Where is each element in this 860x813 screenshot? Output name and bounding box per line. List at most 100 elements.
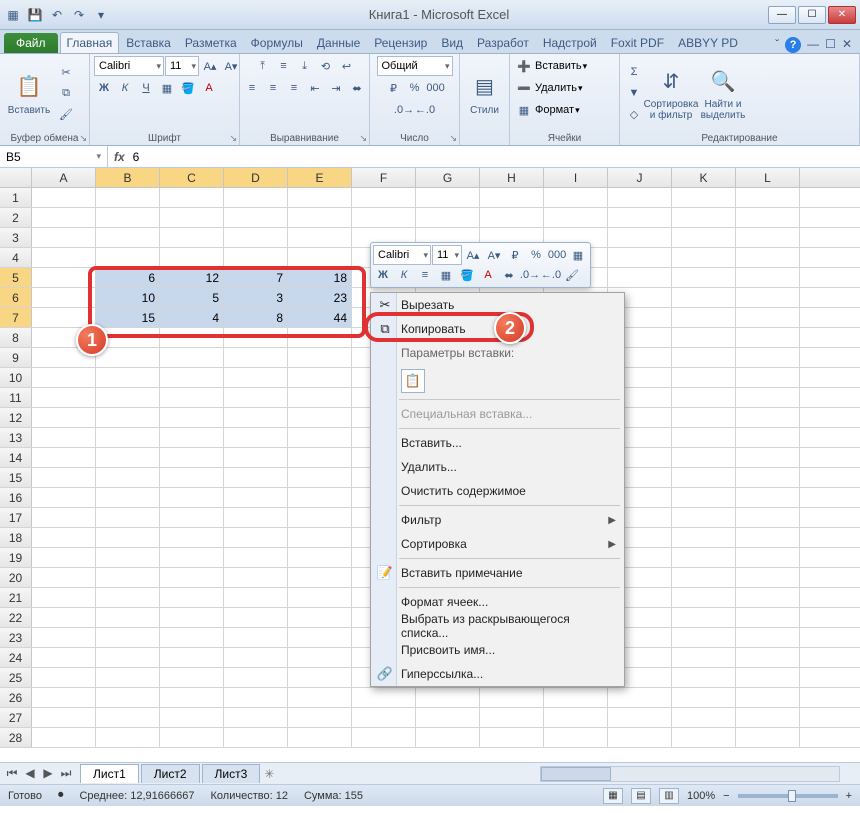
cell[interactable]: [288, 488, 352, 507]
cell[interactable]: [736, 388, 800, 407]
find-select-button[interactable]: 🔍 Найти и выделить: [698, 60, 748, 126]
cell[interactable]: [288, 468, 352, 487]
cell[interactable]: [288, 428, 352, 447]
row-header[interactable]: 23: [0, 628, 32, 647]
cell[interactable]: [672, 508, 736, 527]
styles-button[interactable]: ▤ Стили: [464, 60, 505, 126]
doc-minimize-icon[interactable]: —: [807, 37, 819, 53]
cell[interactable]: [288, 668, 352, 687]
ctx-sort[interactable]: Сортировка▶: [371, 532, 624, 556]
cell[interactable]: [32, 708, 96, 727]
cell[interactable]: [288, 648, 352, 667]
row-header[interactable]: 11: [0, 388, 32, 407]
cell[interactable]: [224, 528, 288, 547]
cell[interactable]: [160, 688, 224, 707]
ribbon-tab[interactable]: ABBYY PD: [671, 32, 745, 53]
cell[interactable]: [96, 668, 160, 687]
cell[interactable]: [160, 548, 224, 567]
cell[interactable]: [416, 188, 480, 207]
cell[interactable]: [672, 348, 736, 367]
view-layout-icon[interactable]: ▤: [631, 788, 651, 804]
cell[interactable]: [672, 628, 736, 647]
ctx-comment[interactable]: 📝Вставить примечание: [371, 561, 624, 585]
cell[interactable]: [672, 708, 736, 727]
cell[interactable]: [32, 288, 96, 307]
cell[interactable]: [224, 328, 288, 347]
row-header[interactable]: 28: [0, 728, 32, 747]
cell[interactable]: [32, 208, 96, 227]
border-icon[interactable]: ▦: [157, 78, 177, 98]
cell[interactable]: [160, 648, 224, 667]
cell[interactable]: [32, 188, 96, 207]
fill-color-icon[interactable]: 🪣: [178, 78, 198, 98]
cell[interactable]: [736, 728, 800, 747]
column-header[interactable]: J: [608, 168, 672, 187]
new-sheet-icon[interactable]: ✳: [264, 767, 274, 781]
cell[interactable]: [672, 448, 736, 467]
cell[interactable]: [32, 688, 96, 707]
bold-button[interactable]: Ж: [94, 78, 114, 98]
cell[interactable]: [416, 688, 480, 707]
cell[interactable]: [416, 728, 480, 747]
row-header[interactable]: 26: [0, 688, 32, 707]
cell[interactable]: [32, 568, 96, 587]
cell[interactable]: [288, 188, 352, 207]
cell[interactable]: 44: [288, 308, 352, 327]
cell[interactable]: [224, 728, 288, 747]
cell[interactable]: [736, 628, 800, 647]
cell[interactable]: [288, 508, 352, 527]
cell[interactable]: [736, 188, 800, 207]
cell[interactable]: [32, 508, 96, 527]
cell[interactable]: [224, 188, 288, 207]
cell[interactable]: [224, 388, 288, 407]
cell[interactable]: [480, 728, 544, 747]
sheet-tab[interactable]: Лист1: [80, 764, 139, 783]
cell[interactable]: [224, 508, 288, 527]
ribbon-tab[interactable]: Надстрой: [536, 32, 604, 53]
cell[interactable]: [736, 468, 800, 487]
cell[interactable]: [224, 228, 288, 247]
cell[interactable]: 8: [224, 308, 288, 327]
mini-grow-font-icon[interactable]: A▴: [463, 245, 483, 265]
cell[interactable]: [736, 708, 800, 727]
cell[interactable]: [32, 728, 96, 747]
cell[interactable]: [736, 508, 800, 527]
indent-increase-icon[interactable]: ⇥: [326, 78, 346, 98]
dialog-launcher-icon[interactable]: ↘: [229, 133, 237, 144]
cell[interactable]: 3: [224, 288, 288, 307]
doc-restore-icon[interactable]: ☐: [825, 37, 836, 53]
fill-icon[interactable]: ▼: [624, 83, 644, 103]
cell[interactable]: [736, 688, 800, 707]
mini-bold-icon[interactable]: Ж: [373, 265, 393, 285]
row-header[interactable]: 27: [0, 708, 32, 727]
mini-dec-inc-icon[interactable]: .0→: [520, 265, 540, 285]
cell[interactable]: [96, 688, 160, 707]
mini-painter-icon[interactable]: 🖌: [562, 265, 582, 285]
cell[interactable]: [160, 608, 224, 627]
row-header[interactable]: 15: [0, 468, 32, 487]
sheet-nav-last-icon[interactable]: ⏭: [58, 766, 74, 781]
cell[interactable]: [96, 408, 160, 427]
cell[interactable]: [736, 568, 800, 587]
cell[interactable]: [288, 708, 352, 727]
save-icon[interactable]: 💾: [26, 6, 44, 24]
cell[interactable]: [160, 588, 224, 607]
cell[interactable]: [32, 588, 96, 607]
qat-dropdown-icon[interactable]: ▾: [92, 6, 110, 24]
cell[interactable]: [672, 568, 736, 587]
cells-delete-button[interactable]: ➖Удалить▾: [514, 78, 583, 98]
cell[interactable]: [96, 368, 160, 387]
cell[interactable]: [736, 608, 800, 627]
cell[interactable]: [288, 208, 352, 227]
cell[interactable]: [160, 428, 224, 447]
cell[interactable]: [96, 388, 160, 407]
cell[interactable]: [96, 708, 160, 727]
cell[interactable]: [608, 728, 672, 747]
mini-fill-icon[interactable]: 🪣: [457, 265, 477, 285]
cell[interactable]: [160, 488, 224, 507]
cell[interactable]: [224, 608, 288, 627]
cell[interactable]: [160, 388, 224, 407]
zoom-level[interactable]: 100%: [687, 790, 715, 802]
cell[interactable]: [288, 328, 352, 347]
cell[interactable]: 7: [224, 268, 288, 287]
